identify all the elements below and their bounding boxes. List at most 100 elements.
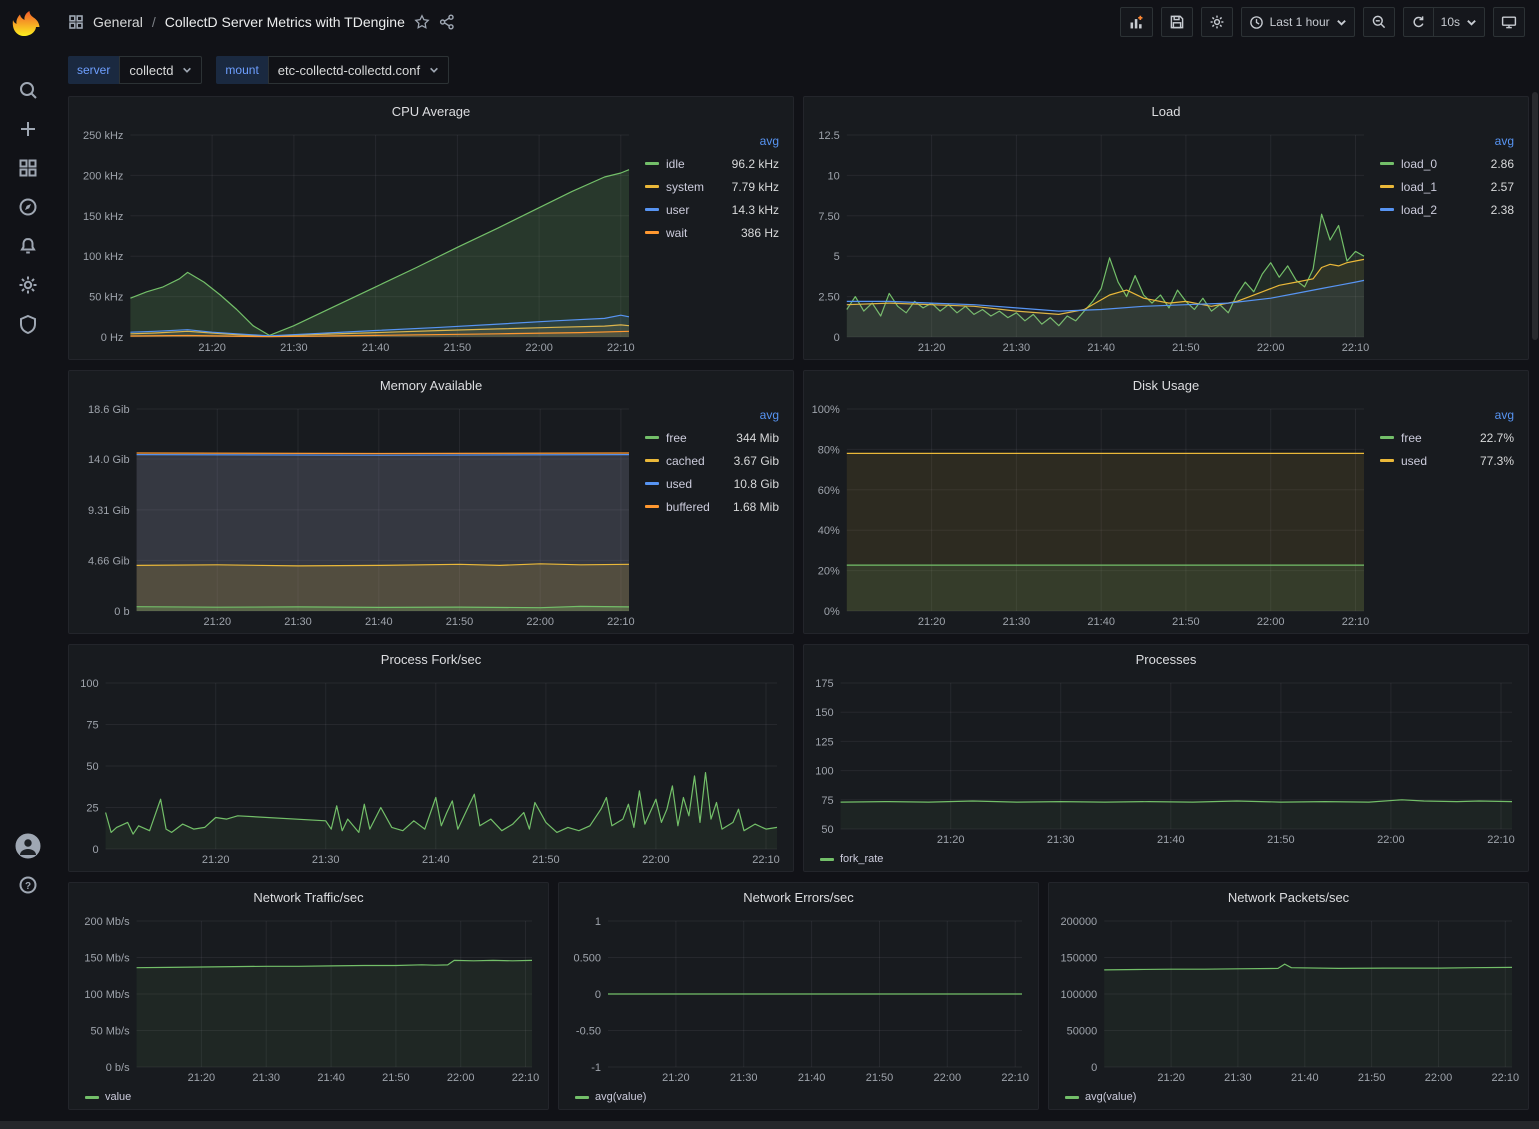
svg-text:0: 0 (834, 332, 840, 344)
panel-title-process-fork[interactable]: Process Fork/sec (69, 645, 793, 673)
chart-memory-available[interactable]: 0 b4.66 Gib9.31 Gib14.0 Gib18.6 Gib21:20… (73, 399, 641, 631)
legend-item-system[interactable]: system7.79 kHz (645, 175, 779, 198)
legend-item-wait[interactable]: wait386 Hz (645, 221, 779, 244)
refresh-interval-dropdown[interactable]: 10s (1434, 7, 1485, 37)
svg-text:22:10: 22:10 (1487, 834, 1515, 846)
search-icon[interactable] (8, 70, 48, 109)
save-dashboard-button[interactable] (1161, 7, 1193, 37)
server-admin-shield-icon[interactable] (8, 304, 48, 343)
series-color-swatch (820, 858, 834, 861)
svg-text:21:50: 21:50 (1267, 834, 1295, 846)
cycle-view-mode-button[interactable] (1493, 7, 1525, 37)
dashboards-icon[interactable] (8, 148, 48, 187)
panel-title-network-errors[interactable]: Network Errors/sec (559, 883, 1038, 911)
panel-title-processes[interactable]: Processes (804, 645, 1528, 673)
chart-svg: 0%20%40%60%80%100%21:2021:3021:4021:5022… (808, 399, 1376, 631)
configuration-gear-icon[interactable] (8, 265, 48, 304)
dashboard-title[interactable]: CollectD Server Metrics with TDengine (165, 14, 405, 30)
chart-network-traffic[interactable]: 0 b/s50 Mb/s100 Mb/s150 Mb/s200 Mb/s21:2… (73, 911, 544, 1087)
legend-item-free[interactable]: free22.7% (1380, 426, 1514, 449)
svg-text:150 Mb/s: 150 Mb/s (84, 953, 130, 965)
svg-text:21:30: 21:30 (1003, 342, 1031, 354)
legend-item-user[interactable]: user14.3 kHz (645, 198, 779, 221)
svg-text:21:50: 21:50 (866, 1072, 894, 1084)
time-range-picker[interactable]: Last 1 hour (1241, 7, 1355, 37)
legend-item-cached[interactable]: cached3.67 Gib (645, 449, 779, 472)
legend-avg-header[interactable]: avg (1380, 131, 1514, 152)
legend-item-fork_rate[interactable]: fork_rate (820, 853, 883, 865)
svg-text:-0.50: -0.50 (576, 1026, 601, 1038)
legend-avg-header[interactable]: avg (1380, 405, 1514, 426)
explore-compass-icon[interactable] (8, 187, 48, 226)
breadcrumb-folder[interactable]: General (93, 14, 143, 30)
chart-processes[interactable]: 507510012515017521:2021:3021:4021:5022:0… (808, 673, 1524, 849)
svg-text:22:10: 22:10 (512, 1072, 540, 1084)
legend-item-load_0[interactable]: load_02.86 (1380, 152, 1514, 175)
svg-text:21:30: 21:30 (312, 854, 340, 866)
variable-mount-dropdown[interactable]: etc-collectd-collectd.conf (268, 56, 449, 84)
series-color-swatch (645, 162, 659, 165)
legend-item-used[interactable]: used10.8 Gib (645, 472, 779, 495)
chart-network-packets[interactable]: 05000010000015000020000021:2021:3021:402… (1053, 911, 1524, 1087)
legend-item-buffered[interactable]: buffered1.68 Mib (645, 495, 779, 518)
svg-text:?: ? (25, 881, 31, 892)
svg-text:100000: 100000 (1060, 989, 1097, 1001)
alerting-bell-icon[interactable] (8, 226, 48, 265)
star-icon[interactable] (414, 14, 430, 30)
series-color-swatch (645, 505, 659, 508)
panel-title-network-traffic[interactable]: Network Traffic/sec (69, 883, 548, 911)
svg-text:12.5: 12.5 (818, 130, 839, 142)
legend-item-load_1[interactable]: load_12.57 (1380, 175, 1514, 198)
legend-item-free[interactable]: free344 Mib (645, 426, 779, 449)
legend-item-avg(value)[interactable]: avg(value) (1065, 1091, 1136, 1103)
navbar: General / CollectD Server Metrics with T… (56, 0, 1539, 44)
chart-process-fork[interactable]: 025507510021:2021:3021:4021:5022:0022:10 (73, 673, 789, 869)
panel-title-disk-usage[interactable]: Disk Usage (804, 371, 1528, 399)
panel-disk-usage: Disk Usage 0%20%40%60%80%100%21:2021:302… (803, 370, 1529, 634)
dashboard-grid: CPU Average 0 Hz50 kHz100 kHz150 kHz200 … (56, 92, 1539, 1129)
chart-disk-usage[interactable]: 0%20%40%60%80%100%21:2021:3021:4021:5022… (808, 399, 1376, 631)
chart-svg: 0 Hz50 kHz100 kHz150 kHz200 kHz250 kHz21… (73, 125, 641, 357)
main-area: General / CollectD Server Metrics with T… (56, 0, 1539, 1129)
panel-network-traffic: Network Traffic/sec 0 b/s50 Mb/s100 Mb/s… (68, 882, 549, 1110)
panel-title-load[interactable]: Load (804, 97, 1528, 125)
legend-item-used[interactable]: used77.3% (1380, 449, 1514, 472)
panel-title-cpu-average[interactable]: CPU Average (69, 97, 793, 125)
svg-text:22:10: 22:10 (607, 342, 635, 354)
user-avatar[interactable] (8, 826, 48, 865)
svg-text:5: 5 (834, 251, 840, 263)
legend-item-idle[interactable]: idle96.2 kHz (645, 152, 779, 175)
chart-svg: -1-0.5000.500121:2021:3021:4021:5022:002… (563, 911, 1034, 1087)
legend-item-avg(value)[interactable]: avg(value) (575, 1091, 646, 1103)
legend-item-load_2[interactable]: load_22.38 (1380, 198, 1514, 221)
dashboard-settings-button[interactable] (1201, 7, 1233, 37)
series-color-swatch (645, 185, 659, 188)
chart-cpu-average[interactable]: 0 Hz50 kHz100 kHz150 kHz200 kHz250 kHz21… (73, 125, 641, 357)
add-panel-button[interactable] (1120, 7, 1153, 37)
svg-text:0 Hz: 0 Hz (101, 332, 124, 344)
svg-text:150: 150 (815, 707, 833, 719)
panel-title-memory-available[interactable]: Memory Available (69, 371, 793, 399)
svg-text:7.50: 7.50 (818, 211, 839, 223)
panel-load: Load 02.5057.501012.521:2021:3021:4021:5… (803, 96, 1529, 360)
share-icon[interactable] (439, 14, 455, 30)
legend-load: avgload_02.86load_12.57load_22.38 (1376, 125, 1524, 357)
panel-memory-available: Memory Available 0 b4.66 Gib9.31 Gib14.0… (68, 370, 794, 634)
create-plus-icon[interactable] (8, 109, 48, 148)
grafana-logo[interactable] (12, 8, 44, 40)
help-icon[interactable]: ? (8, 865, 48, 904)
series-color-swatch (575, 1096, 589, 1099)
refresh-button[interactable] (1403, 7, 1434, 37)
horizontal-scrollbar[interactable] (0, 1121, 1539, 1129)
chart-network-errors[interactable]: -1-0.5000.500121:2021:3021:4021:5022:002… (563, 911, 1034, 1087)
variable-server-dropdown[interactable]: collectd (119, 56, 202, 84)
vertical-scrollbar[interactable] (1532, 92, 1538, 340)
breadcrumb-separator: / (152, 14, 156, 30)
variable-server-label: server (68, 56, 119, 84)
zoom-out-button[interactable] (1363, 7, 1395, 37)
legend-item-value[interactable]: value (85, 1091, 131, 1103)
panel-title-network-packets[interactable]: Network Packets/sec (1049, 883, 1528, 911)
chart-load[interactable]: 02.5057.501012.521:2021:3021:4021:5022:0… (808, 125, 1376, 357)
legend-avg-header[interactable]: avg (645, 131, 779, 152)
legend-avg-header[interactable]: avg (645, 405, 779, 426)
